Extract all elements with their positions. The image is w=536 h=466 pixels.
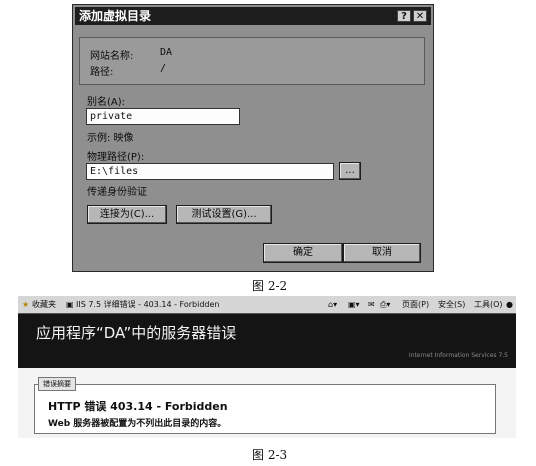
connect-as-button[interactable]: 连接为(C)... bbox=[87, 205, 167, 224]
page-menu[interactable]: 页面(P) bbox=[402, 296, 429, 313]
browser-screenshot: ★ 收藏夹 ▣ IIS 7.5 详细错误 - 403.14 - Forbidde… bbox=[18, 296, 516, 438]
path-value: / bbox=[160, 63, 167, 74]
mail-icon[interactable]: ✉ bbox=[368, 296, 375, 313]
help-menu-icon[interactable]: ● bbox=[506, 296, 513, 313]
browser-tab[interactable]: IIS 7.5 详细错误 - 403.14 - Forbidden bbox=[76, 296, 220, 313]
error-description: Web 服务器被配置为不列出此目录的内容。 bbox=[48, 419, 227, 429]
browser-toolbar: ★ 收藏夹 ▣ IIS 7.5 详细错误 - 403.14 - Forbidde… bbox=[18, 296, 516, 314]
alias-label: 别名(A): bbox=[87, 97, 126, 108]
path-label: 路径: bbox=[90, 67, 114, 78]
favorites-button[interactable]: 收藏夹 bbox=[32, 296, 56, 313]
physical-path-input[interactable]: E:\files bbox=[86, 163, 334, 180]
alias-example: 示例: 映像 bbox=[87, 133, 134, 144]
error-code: HTTP 错误 403.14 - Forbidden bbox=[48, 400, 228, 413]
add-virtual-directory-dialog: 添加虚拟目录 ? ✕ 网站名称: DA 路径: / 别名(A): private… bbox=[72, 4, 434, 272]
site-name-value: DA bbox=[160, 47, 173, 58]
passthrough-auth-label: 传递身份验证 bbox=[87, 187, 147, 198]
dialog-titlebar: 添加虚拟目录 ? ✕ bbox=[75, 7, 431, 25]
ok-button[interactable]: 确定 bbox=[263, 243, 343, 263]
tools-menu[interactable]: 工具(O) bbox=[474, 296, 503, 313]
figure-caption-2-3: 图 2-3 bbox=[252, 448, 288, 462]
favorites-star-icon[interactable]: ★ bbox=[22, 296, 29, 313]
print-icon[interactable]: ⎙▾ bbox=[380, 296, 390, 313]
cancel-button[interactable]: 取消 bbox=[343, 243, 421, 263]
page-icon: ▣ bbox=[66, 300, 74, 309]
browse-button[interactable]: ... bbox=[339, 162, 361, 180]
site-name-label: 网站名称: bbox=[90, 51, 134, 62]
safety-menu[interactable]: 安全(S) bbox=[438, 296, 465, 313]
help-icon[interactable]: ? bbox=[397, 10, 411, 22]
site-info-group: 网站名称: DA 路径: / bbox=[79, 37, 425, 85]
alias-input[interactable]: private bbox=[86, 108, 240, 125]
feeds-icon[interactable]: ▣▾ bbox=[348, 296, 360, 313]
close-icon[interactable]: ✕ bbox=[413, 10, 427, 22]
error-summary-tab: 错误摘要 bbox=[38, 377, 76, 391]
error-heading: 应用程序“DA”中的服务器错误 bbox=[36, 324, 237, 342]
test-settings-button[interactable]: 测试设置(G)... bbox=[176, 205, 272, 224]
dialog-title: 添加虚拟目录 bbox=[79, 9, 152, 23]
physical-path-label: 物理路径(P): bbox=[87, 152, 145, 163]
iis-label: Internet Information Services 7.5 bbox=[408, 352, 508, 359]
error-content: 错误摘要 HTTP 错误 403.14 - Forbidden Web 服务器被… bbox=[18, 368, 516, 438]
home-icon[interactable]: ⌂▾ bbox=[328, 296, 337, 313]
figure-caption-2-2: 图 2-2 bbox=[252, 279, 288, 293]
